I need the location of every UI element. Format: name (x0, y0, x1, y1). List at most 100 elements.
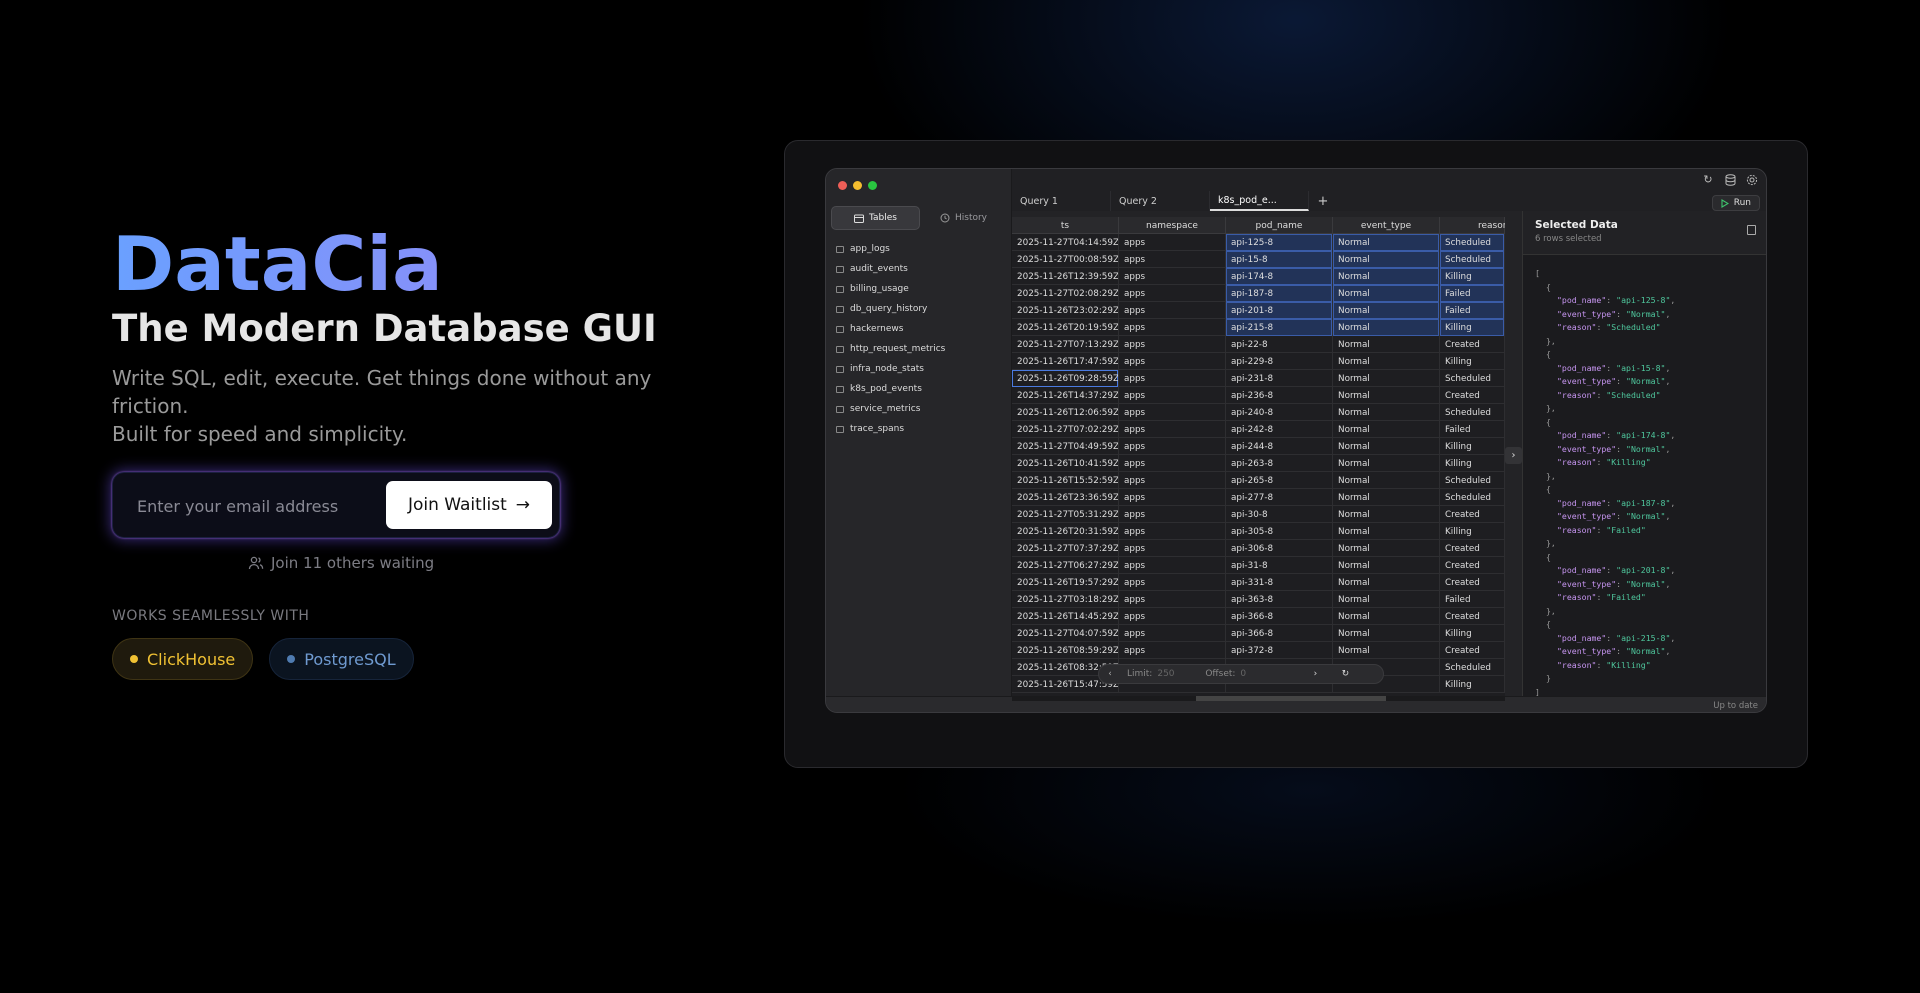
pod-name-cell[interactable]: api-201-8 (1226, 302, 1333, 319)
pod-name-cell[interactable]: api-366-8 (1226, 608, 1333, 625)
event-type-cell[interactable]: Normal (1333, 642, 1440, 659)
reason-cell[interactable]: Scheduled (1440, 489, 1505, 506)
namespace-cell[interactable]: apps (1119, 404, 1226, 421)
reason-cell[interactable]: Killing (1440, 676, 1505, 693)
reason-cell[interactable]: Killing (1440, 625, 1505, 642)
sidebar-item-table[interactable]: audit_events (836, 259, 945, 279)
table-row[interactable]: 2025-11-27T04:07:59Z apps api-366-8 Normal K… (1012, 625, 1505, 642)
ts-cell[interactable]: 2025-11-26T10:41:59Z (1012, 455, 1119, 472)
sidebar-item-table[interactable]: trace_spans (836, 419, 945, 439)
pod-name-cell[interactable]: api-15-8 (1226, 251, 1333, 268)
pod-name-cell[interactable]: api-187-8 (1226, 285, 1333, 302)
event-type-cell[interactable]: Normal (1333, 421, 1440, 438)
reason-cell[interactable]: Created (1440, 506, 1505, 523)
ts-cell[interactable]: 2025-11-26T14:37:29Z (1012, 387, 1119, 404)
pod-name-cell[interactable]: api-372-8 (1226, 642, 1333, 659)
event-type-cell[interactable]: Normal (1333, 625, 1440, 642)
tab-history[interactable]: History (920, 206, 1007, 230)
column-header-pod-name[interactable]: pod_name (1226, 217, 1333, 234)
ts-cell[interactable]: 2025-11-26T12:39:59Z (1012, 268, 1119, 285)
copy-icon[interactable] (1747, 225, 1756, 235)
reason-cell[interactable]: Scheduled (1440, 472, 1505, 489)
reason-cell[interactable]: Failed (1440, 591, 1505, 608)
ts-cell[interactable]: 2025-11-27T03:18:29Z (1012, 591, 1119, 608)
next-page-icon[interactable]: › (1304, 669, 1326, 679)
sidebar-item-table[interactable]: infra_node_stats (836, 359, 945, 379)
reload-icon[interactable]: ↻ (1334, 669, 1356, 679)
offset-input[interactable]: 0 (1240, 669, 1304, 679)
reason-cell[interactable]: Killing (1440, 319, 1505, 336)
pod-name-cell[interactable]: api-306-8 (1226, 540, 1333, 557)
pod-name-cell[interactable]: api-236-8 (1226, 387, 1333, 404)
reason-cell[interactable]: Created (1440, 642, 1505, 659)
table-row[interactable]: 2025-11-26T20:31:59Z apps api-305-8 Normal K… (1012, 523, 1505, 540)
pod-name-cell[interactable]: api-240-8 (1226, 404, 1333, 421)
prev-page-icon[interactable]: ‹ (1099, 669, 1121, 679)
ts-cell[interactable]: 2025-11-27T04:07:59Z (1012, 625, 1119, 642)
sidebar-item-table[interactable]: k8s_pod_events (836, 379, 945, 399)
ts-cell[interactable]: 2025-11-27T06:27:29Z (1012, 557, 1119, 574)
reason-cell[interactable]: Failed (1440, 302, 1505, 319)
column-header-reason[interactable]: reason (1440, 217, 1505, 234)
table-row[interactable]: 2025-11-26T09:28:59Z apps api-231-8 Normal S… (1012, 370, 1505, 387)
ts-cell[interactable]: 2025-11-26T12:06:59Z (1012, 404, 1119, 421)
reason-cell[interactable]: Killing (1440, 523, 1505, 540)
namespace-cell[interactable]: apps (1119, 540, 1226, 557)
ts-cell[interactable]: 2025-11-26T15:52:59Z (1012, 472, 1119, 489)
sidebar-item-table[interactable]: billing_usage (836, 279, 945, 299)
ts-cell[interactable]: 2025-11-27T07:37:29Z (1012, 540, 1119, 557)
pod-name-cell[interactable]: api-215-8 (1226, 319, 1333, 336)
pod-name-cell[interactable]: api-265-8 (1226, 472, 1333, 489)
ts-cell[interactable]: 2025-11-27T07:02:29Z (1012, 421, 1119, 438)
pod-name-cell[interactable]: api-31-8 (1226, 557, 1333, 574)
namespace-cell[interactable]: apps (1119, 557, 1226, 574)
namespace-cell[interactable]: apps (1119, 251, 1226, 268)
limit-input[interactable]: 250 (1157, 669, 1197, 679)
reason-cell[interactable]: Created (1440, 336, 1505, 353)
table-row[interactable]: 2025-11-27T04:49:59Z apps api-244-8 Normal K… (1012, 438, 1505, 455)
namespace-cell[interactable]: apps (1119, 370, 1226, 387)
event-type-cell[interactable]: Normal (1333, 268, 1440, 285)
tab-k8s-pod-events[interactable]: k8s_pod_e... (1210, 191, 1309, 211)
tab-query-2[interactable]: Query 2 (1111, 191, 1210, 211)
reason-cell[interactable]: Created (1440, 574, 1505, 591)
table-row[interactable]: 2025-11-26T08:59:29Z apps api-372-8 Normal C… (1012, 642, 1505, 659)
namespace-cell[interactable]: apps (1119, 319, 1226, 336)
event-type-cell[interactable]: Normal (1333, 353, 1440, 370)
table-row[interactable]: 2025-11-26T14:37:29Z apps api-236-8 Normal C… (1012, 387, 1505, 404)
refresh-icon[interactable]: ↻ (1702, 174, 1714, 186)
reason-cell[interactable]: Created (1440, 540, 1505, 557)
namespace-cell[interactable]: apps (1119, 625, 1226, 642)
pod-name-cell[interactable]: api-331-8 (1226, 574, 1333, 591)
column-header-namespace[interactable]: namespace (1119, 217, 1226, 234)
table-row[interactable]: 2025-11-27T07:37:29Z apps api-306-8 Normal C… (1012, 540, 1505, 557)
reason-cell[interactable]: Killing (1440, 438, 1505, 455)
table-row[interactable]: 2025-11-27T05:31:29Z apps api-30-8 Normal Cr… (1012, 506, 1505, 523)
table-row[interactable]: 2025-11-26T10:41:59Z apps api-263-8 Normal K… (1012, 455, 1505, 472)
reason-cell[interactable]: Failed (1440, 421, 1505, 438)
reason-cell[interactable]: Scheduled (1440, 370, 1505, 387)
close-window-icon[interactable] (838, 181, 847, 190)
namespace-cell[interactable]: apps (1119, 591, 1226, 608)
event-type-cell[interactable]: Normal (1333, 370, 1440, 387)
ts-cell[interactable]: 2025-11-26T23:36:59Z (1012, 489, 1119, 506)
pod-name-cell[interactable]: api-174-8 (1226, 268, 1333, 285)
namespace-cell[interactable]: apps (1119, 472, 1226, 489)
ts-cell[interactable]: 2025-11-26T19:57:29Z (1012, 574, 1119, 591)
event-type-cell[interactable]: Normal (1333, 234, 1440, 251)
event-type-cell[interactable]: Normal (1333, 557, 1440, 574)
namespace-cell[interactable]: apps (1119, 455, 1226, 472)
namespace-cell[interactable]: apps (1119, 302, 1226, 319)
ts-cell[interactable]: 2025-11-26T20:31:59Z (1012, 523, 1119, 540)
pod-name-cell[interactable]: api-263-8 (1226, 455, 1333, 472)
ts-cell[interactable]: 2025-11-27T07:13:29Z (1012, 336, 1119, 353)
column-header-ts[interactable]: ts (1012, 217, 1119, 234)
event-type-cell[interactable]: Normal (1333, 540, 1440, 557)
ts-cell[interactable]: 2025-11-26T17:47:59Z (1012, 353, 1119, 370)
ts-cell[interactable]: 2025-11-27T02:08:29Z (1012, 285, 1119, 302)
table-row[interactable]: 2025-11-27T07:13:29Z apps api-22-8 Normal Cr… (1012, 336, 1505, 353)
ts-cell[interactable]: 2025-11-27T04:14:59Z (1012, 234, 1119, 251)
pod-name-cell[interactable]: api-30-8 (1226, 506, 1333, 523)
horizontal-scrollbar[interactable] (1012, 696, 1505, 701)
event-type-cell[interactable]: Normal (1333, 455, 1440, 472)
